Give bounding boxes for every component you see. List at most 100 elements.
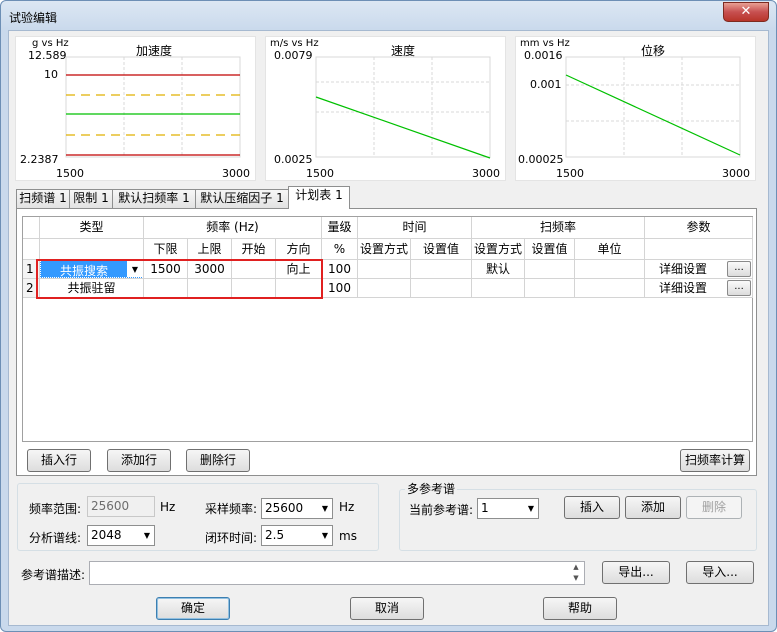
y-mid-tick: 10	[44, 68, 58, 81]
current-reference-label: 当前参考谱:	[409, 503, 474, 517]
analysis-lines-value: 2048	[91, 528, 122, 542]
col-time-value-header: 设置值	[411, 239, 472, 260]
col-params-header: 参数	[645, 217, 753, 239]
col-time-header: 时间	[358, 217, 472, 239]
col-start-header: 开始	[232, 239, 276, 260]
sample-rate-value: 25600	[265, 501, 304, 515]
corner-cell	[23, 217, 40, 239]
description-scrollbar[interactable]: ▲ ▼	[568, 562, 584, 585]
chevron-down-icon: ▼	[527, 504, 534, 513]
schedule-grid: 类型 频率 (Hz) 量级 时间 扫频率 参数 下限 上限 开始 方向 % 设置…	[22, 216, 753, 442]
params-subheader	[645, 239, 753, 260]
multi-reference-title: 多参考谱	[405, 480, 458, 497]
sweep-value-cell[interactable]	[525, 279, 575, 298]
col-time-mode-header: 设置方式	[358, 239, 411, 260]
add-row-button[interactable]: 添加行	[107, 449, 171, 472]
sweep-mode-cell[interactable]: 默认	[472, 260, 525, 279]
dialog-client: g vs Hz 加速度 12.589 10 2.2387 1500 3000 m…	[8, 30, 769, 626]
param-detail-button[interactable]: ...	[727, 261, 751, 277]
loop-time-unit: ms	[339, 529, 357, 543]
x-max-tick: 3000	[722, 167, 750, 180]
tab-sweep-spectrum[interactable]: 扫频谱 1	[16, 189, 70, 208]
type-subheader	[40, 239, 144, 260]
scroll-down-icon[interactable]: ▼	[568, 573, 584, 584]
current-reference-select[interactable]: 1 ▼	[477, 498, 539, 519]
sweep-value-cell[interactable]	[525, 260, 575, 279]
loop-time-select[interactable]: 2.5 ▼	[261, 525, 333, 546]
close-button[interactable]: ✕	[723, 2, 769, 22]
tab-schedule[interactable]: 计划表 1	[288, 186, 350, 209]
tab-default-compression[interactable]: 默认压缩因子 1	[195, 189, 289, 208]
x-min-tick: 1500	[556, 167, 584, 180]
ok-button[interactable]: 确定	[156, 597, 230, 620]
y-min-tick: 0.00025	[518, 153, 564, 166]
col-type-header: 类型	[40, 217, 144, 239]
tab-default-sweep-rate[interactable]: 默认扫频率 1	[112, 189, 196, 208]
param-label: 详细设置	[659, 281, 708, 295]
time-mode-cell[interactable]	[358, 260, 411, 279]
y-max-tick: 12.589	[28, 49, 67, 62]
chart-title: 速度	[391, 44, 416, 58]
add-reference-button[interactable]: 添加	[625, 496, 681, 519]
loop-time-value: 2.5	[265, 528, 285, 542]
col-sweep-rate-header: 扫频率	[472, 217, 645, 239]
cancel-button[interactable]: 取消	[350, 597, 424, 620]
sweep-mode-cell[interactable]	[472, 279, 525, 298]
param-detail-button[interactable]: ...	[727, 280, 751, 296]
sample-rate-unit: Hz	[339, 500, 355, 514]
col-level-header: 量级	[322, 217, 358, 239]
x-max-tick: 3000	[222, 167, 250, 180]
level-cell[interactable]: 100	[322, 260, 358, 279]
sample-rate-label: 采样频率:	[205, 502, 258, 516]
export-button[interactable]: 导出...	[602, 561, 670, 584]
chart-unit: g vs Hz	[32, 38, 69, 49]
delete-row-button[interactable]: 删除行	[186, 449, 250, 472]
delete-reference-button[interactable]: 删除	[686, 496, 742, 519]
window-title: 试验编辑	[9, 11, 58, 25]
freq-range-label: 频率范围:	[29, 502, 82, 516]
y-mid-tick: 0.001	[530, 78, 562, 91]
tab-limits[interactable]: 限制 1	[69, 189, 113, 208]
time-value-cell[interactable]	[411, 279, 472, 298]
annotation-highlight-box	[36, 259, 323, 299]
chevron-down-icon: ▼	[321, 504, 328, 513]
sweep-unit-cell[interactable]	[575, 260, 645, 279]
param-label: 详细设置	[659, 262, 708, 276]
sample-rate-select[interactable]: 25600 ▼	[261, 498, 333, 519]
chart-unit: mm vs Hz	[520, 38, 570, 49]
sweep-rate-calc-button[interactable]: 扫频率计算	[680, 449, 750, 472]
help-button[interactable]: 帮助	[543, 597, 617, 620]
schedule-panel: 类型 频率 (Hz) 量级 时间 扫频率 参数 下限 上限 开始 方向 % 设置…	[16, 208, 757, 476]
chart-title: 加速度	[136, 44, 173, 58]
level-cell[interactable]: 100	[322, 279, 358, 298]
time-value-cell[interactable]	[411, 260, 472, 279]
chevron-down-icon: ▼	[321, 531, 328, 540]
insert-reference-button[interactable]: 插入	[564, 496, 620, 519]
sweep-unit-cell[interactable]	[575, 279, 645, 298]
y-min-tick: 0.0025	[274, 153, 313, 166]
current-reference-value: 1	[481, 501, 489, 515]
freq-range-unit: Hz	[160, 500, 176, 514]
y-min-tick: 2.2387	[20, 153, 59, 166]
loop-time-label: 闭环时间:	[205, 531, 258, 545]
x-min-tick: 1500	[56, 167, 84, 180]
freq-range-field: 25600	[87, 496, 155, 517]
chevron-down-icon: ▼	[143, 531, 150, 540]
x-min-tick: 1500	[306, 167, 334, 180]
scroll-up-icon[interactable]: ▲	[568, 562, 584, 573]
insert-row-button[interactable]: 插入行	[27, 449, 91, 472]
velocity-chart: m/s vs Hz 速度 0.0079 0.0025 1500 3000	[265, 36, 506, 181]
col-upper-header: 上限	[188, 239, 232, 260]
time-mode-cell[interactable]	[358, 279, 411, 298]
import-button[interactable]: 导入...	[686, 561, 754, 584]
col-direction-header: 方向	[276, 239, 322, 260]
title-bar[interactable]: 试验编辑 ✕	[1, 1, 776, 31]
dialog-window: 试验编辑 ✕ g vs Hz 加速度 12.589 10 2.2387 1500…	[0, 0, 777, 632]
analysis-lines-select[interactable]: 2048 ▼	[87, 525, 155, 546]
col-sweep-mode-header: 设置方式	[472, 239, 525, 260]
col-sweep-value-header: 设置值	[525, 239, 575, 260]
reference-description-input[interactable]	[89, 561, 585, 585]
x-max-tick: 3000	[472, 167, 500, 180]
chart-title: 位移	[641, 44, 666, 58]
col-frequency-header: 频率 (Hz)	[144, 217, 322, 239]
